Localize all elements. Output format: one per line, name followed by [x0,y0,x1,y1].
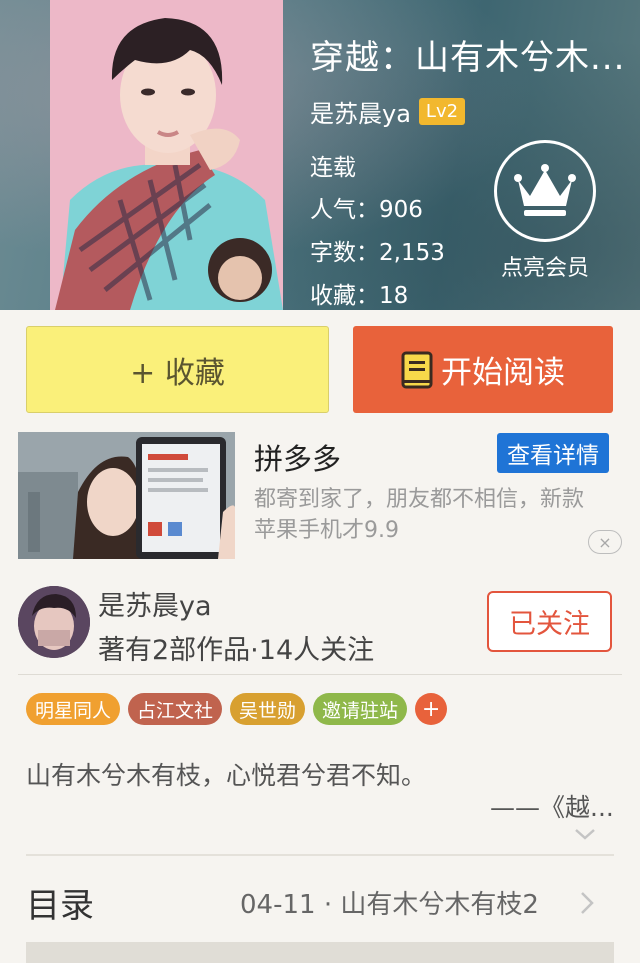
popularity-count: 人气：906 [310,197,423,223]
follow-button[interactable]: 已关注 [487,591,612,652]
vip-circle [494,140,596,242]
tag-chip[interactable]: 占江文社 [128,693,223,725]
tag-chip[interactable]: 明星同人 [26,693,121,725]
avatar[interactable] [18,586,90,658]
collect-label: + 收藏 [130,355,225,391]
cover-illustration [50,0,283,310]
ad-description: 都寄到家了，朋友都不相信，新款苹果手机才9.9 [254,487,585,543]
divider [18,674,622,675]
book-cover[interactable] [50,0,283,310]
add-tag-button[interactable]: + [415,693,448,725]
author-card-name[interactable]: 是苏晨ya [98,584,212,623]
book-icon [401,351,433,389]
ad-image[interactable] [18,432,235,559]
latest-chapter[interactable]: 04-11 · 山有木兮木有枝2 [240,884,539,921]
tag-list: 明星同人 占江文社 吴世勋 邀请驻站 + [26,693,448,725]
chevron-down-icon[interactable] [573,826,597,842]
book-intro: 山有木兮木有枝，心悦君兮君不知。 [26,761,427,790]
word-count: 字数：2,153 [310,240,445,266]
favorites-count: 收藏：18 [310,283,409,309]
bottom-bar [26,942,614,963]
tag-chip[interactable]: 邀请驻站 [313,693,408,725]
tag-chip[interactable]: 吴世勋 [230,693,306,725]
toc-label[interactable]: 目录 [26,878,94,927]
view-details-button[interactable]: 查看详情 [497,433,609,473]
author-card-stats: 著有2部作品·14人关注 [98,635,375,666]
ad-title: 拼多多 [254,442,342,476]
start-reading-label: 开始阅读 [441,355,565,391]
author-name[interactable]: 是苏晨ya [310,94,411,129]
chevron-right-icon[interactable] [578,890,596,916]
author-row: 是苏晨ya Lv2 [310,94,466,129]
ad-close-glyph: × [598,532,612,552]
follow-label: 已关注 [509,609,590,640]
ad-photo [18,432,235,559]
collect-button[interactable]: + 收藏 [26,326,329,413]
vip-label: 点亮会员 [500,256,589,281]
crown-icon [514,164,576,216]
divider [26,854,614,856]
start-reading-button[interactable]: 开始阅读 [353,326,613,413]
vip-membership-button[interactable]: 点亮会员 [490,140,600,282]
close-icon[interactable]: × [588,530,622,554]
level-badge: Lv2 [418,98,466,125]
avatar-photo [18,586,90,658]
serial-status: 连载 [310,155,356,181]
intro-source: ——《越... [490,793,614,822]
book-title: 穿越：山有木兮木... [310,38,626,78]
book-header: 穿越：山有木兮木... 是苏晨ya Lv2 连载 人气：906 字数：2,153… [0,0,640,310]
